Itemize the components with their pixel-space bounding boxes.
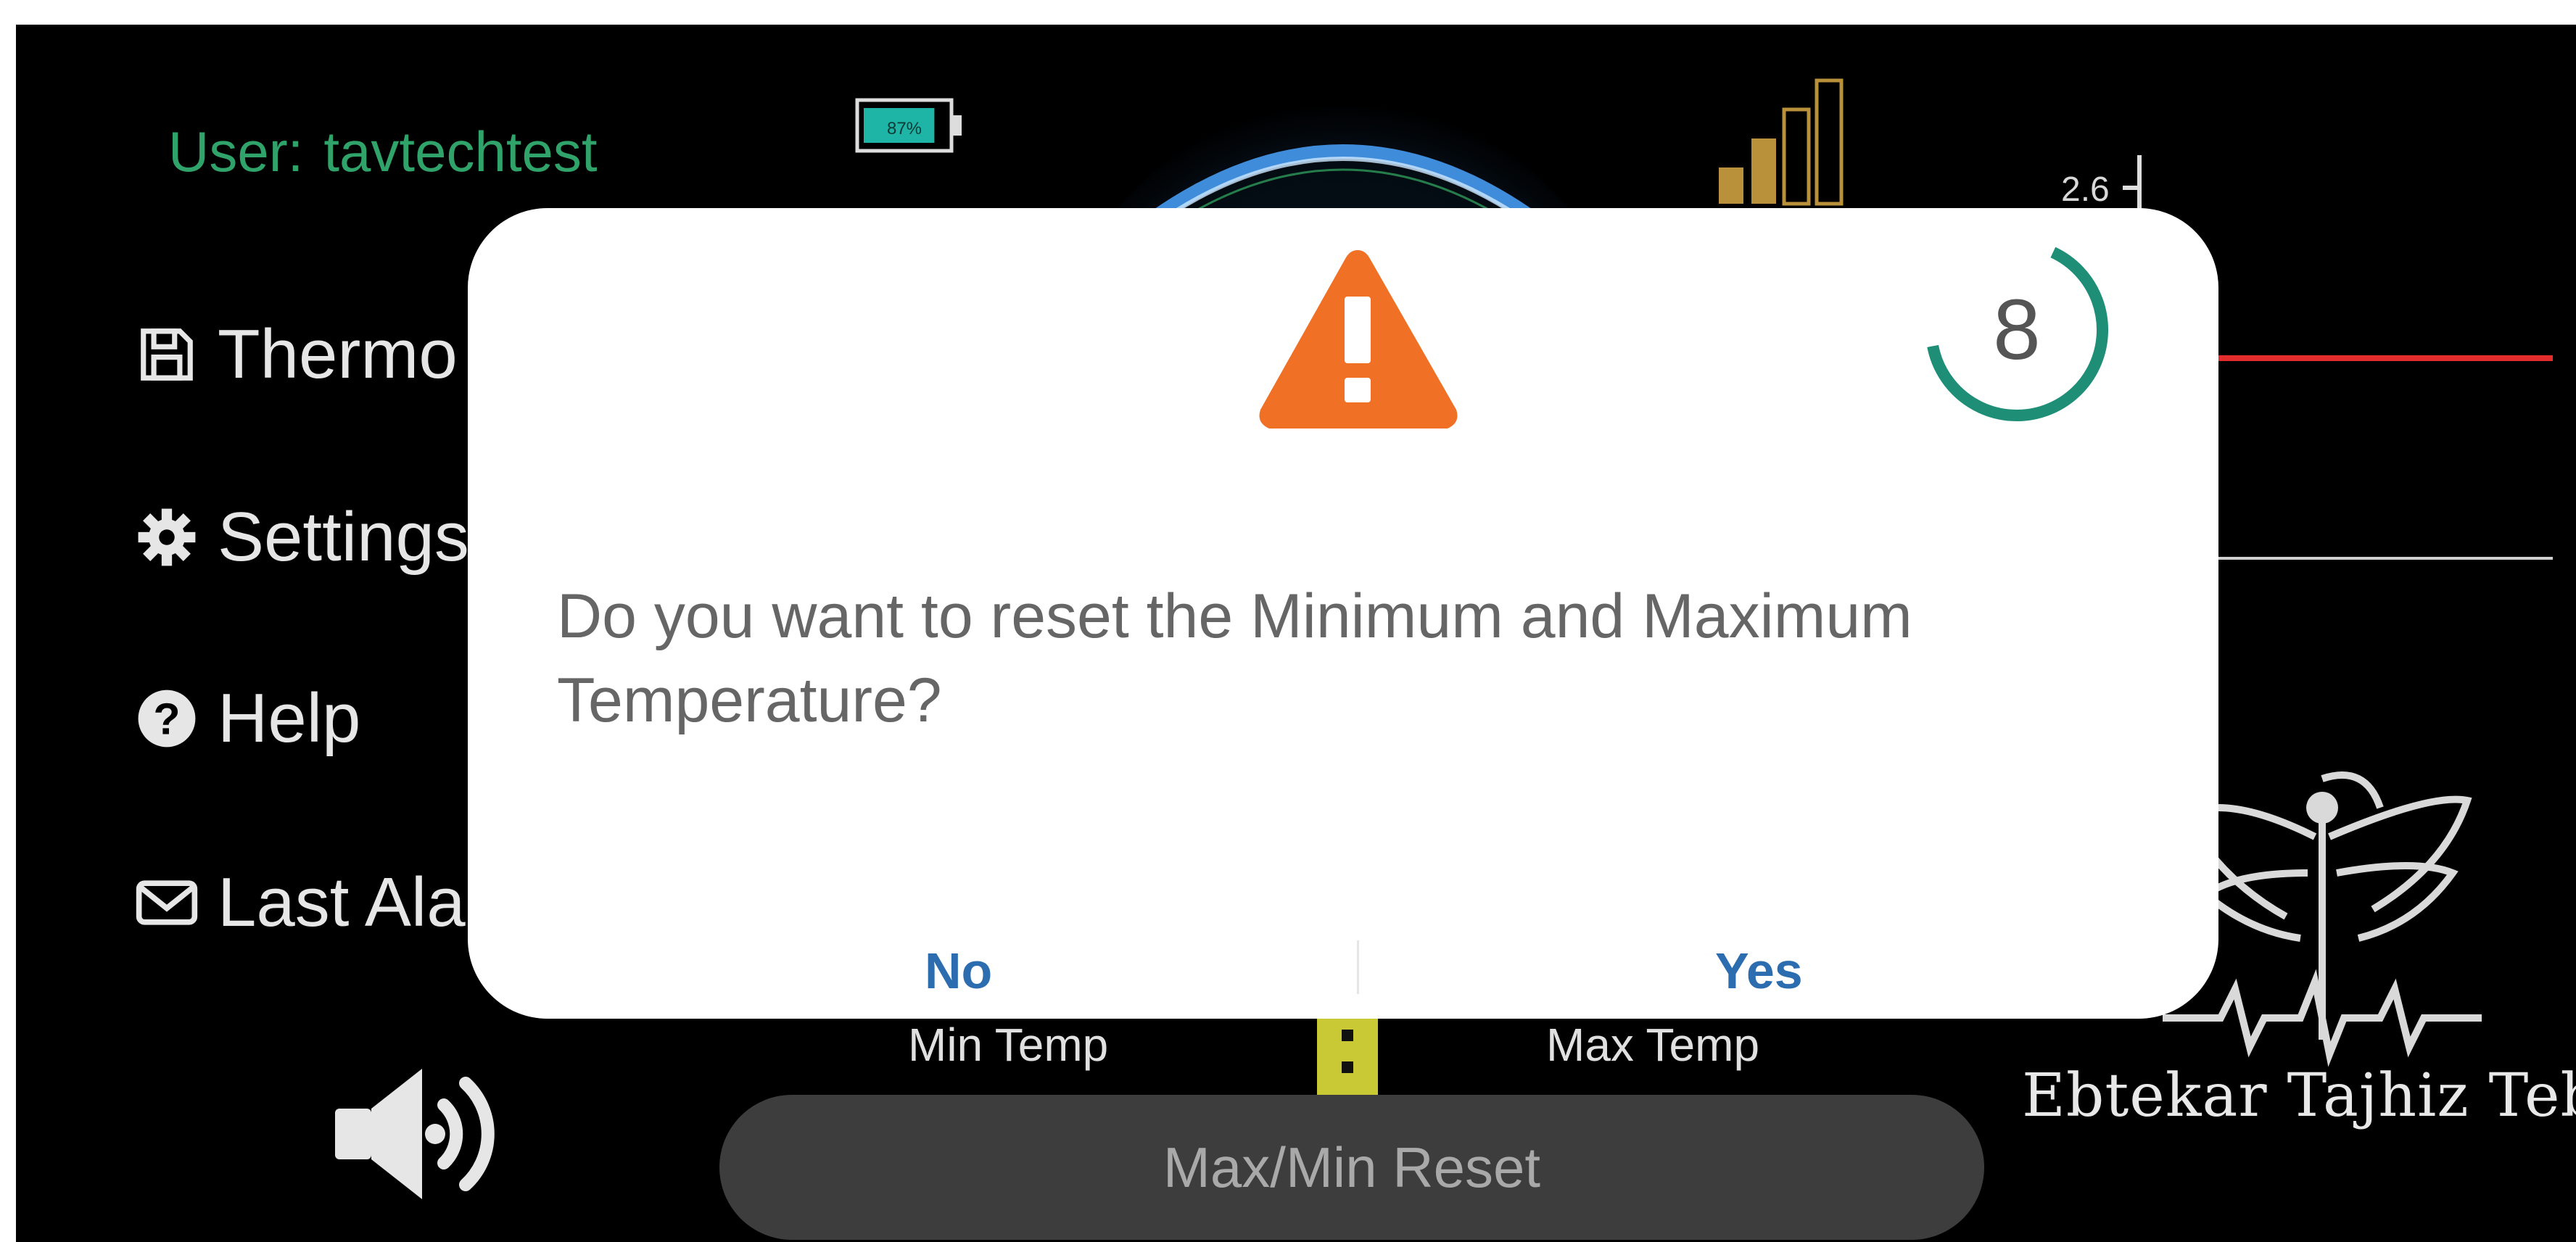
yes-button[interactable]: Yes — [1715, 942, 1803, 1000]
signal-bar — [1782, 107, 1811, 206]
dialog-message-line1: Do you want to reset the Minimum and Max… — [557, 581, 1912, 651]
user-label: User: tavtechtest — [168, 119, 598, 185]
signal-strength-icon — [1719, 78, 1844, 206]
volume-icon[interactable] — [313, 1054, 516, 1214]
warning-icon — [1259, 250, 1458, 429]
no-button[interactable]: No — [925, 942, 992, 1000]
signal-bar — [1719, 167, 1743, 204]
menu-item-label: Settings — [218, 498, 469, 576]
dialog-message-line2: Temperature? — [557, 666, 942, 735]
chart-gray-line — [2205, 557, 2553, 560]
menu-item-settings[interactable]: Settings — [132, 497, 469, 577]
confirm-dialog: 8 Do you want to reset the Minimum and M… — [468, 208, 2218, 1019]
svg-text:?: ? — [153, 695, 180, 744]
status-indicator — [1317, 1008, 1378, 1095]
signal-bar — [1751, 138, 1776, 204]
countdown-value: 8 — [1993, 282, 2041, 378]
min-temp-label: Min Temp — [908, 1019, 1109, 1071]
menu-item-help[interactable]: ? Help — [132, 679, 360, 758]
chart-red-line — [2205, 355, 2553, 361]
menu-item-thermo[interactable]: Thermo — [132, 315, 458, 394]
menu-item-label: Thermo — [218, 315, 458, 393]
axis-value-label: 2.6 — [2061, 170, 2110, 209]
username: tavtechtest — [323, 120, 598, 183]
signal-bar — [1815, 78, 1844, 206]
max-temp-label: Max Temp — [1546, 1019, 1760, 1071]
save-icon — [132, 320, 202, 389]
user-prefix: User: — [168, 120, 304, 183]
company-name: Ebtekar Tajhiz Teb — [2022, 1061, 2576, 1130]
button-divider — [1357, 940, 1359, 994]
dialog-message: Do you want to reset the Minimum and Max… — [557, 574, 2152, 742]
envelope-icon — [132, 868, 202, 937]
app-screen: User: tavtechtest 87% 2.6 Thermo Settings… — [16, 25, 2576, 1242]
question-icon: ? — [132, 684, 202, 753]
axis-tick-mark — [2123, 186, 2139, 190]
battery-percent: 87% — [887, 119, 922, 138]
battery-icon: 87% — [855, 98, 962, 153]
menu-item-last-alarm[interactable]: Last Ala — [132, 863, 466, 943]
menu-item-label: Last Ala — [218, 864, 466, 941]
menu-item-label: Help — [218, 679, 361, 757]
max-min-reset-button[interactable]: Max/Min Reset — [719, 1095, 1984, 1240]
gear-icon — [132, 502, 202, 572]
